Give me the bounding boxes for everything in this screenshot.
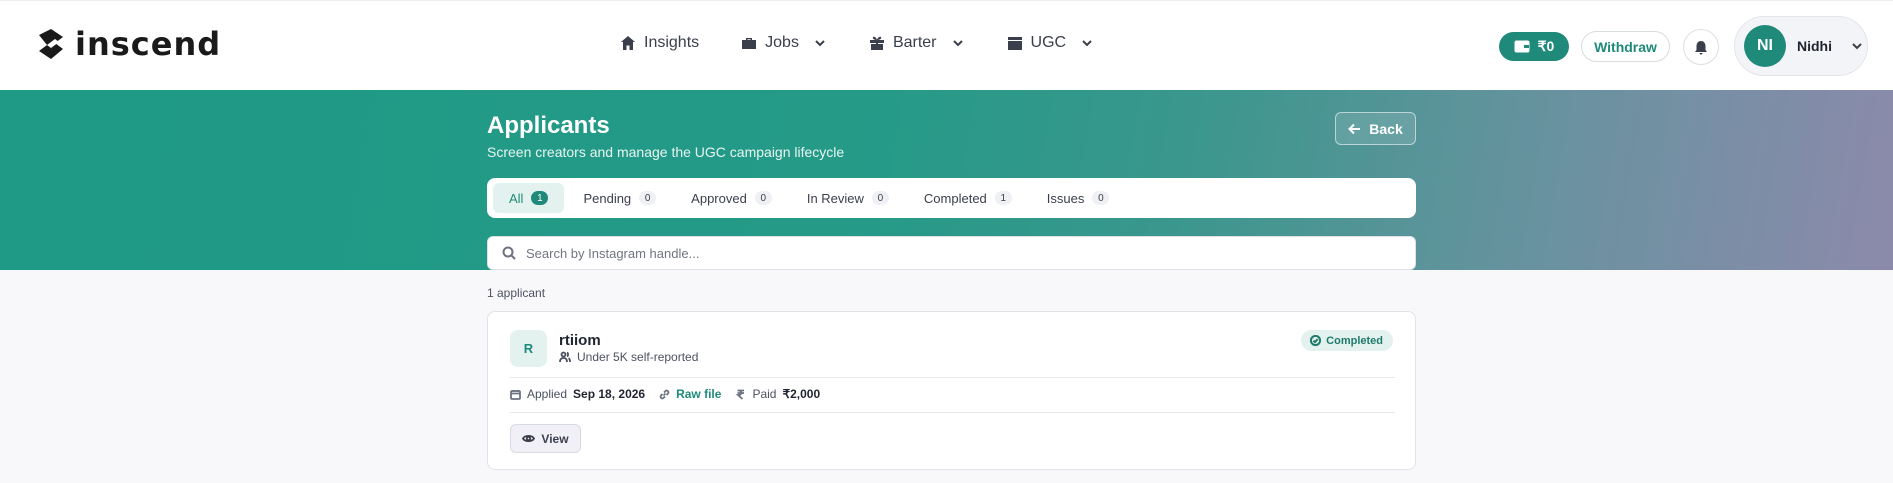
avatar: R (510, 330, 547, 367)
chevron-down-icon (1082, 40, 1092, 47)
back-button[interactable]: Back (1335, 112, 1416, 145)
tab-count: 1 (994, 191, 1012, 205)
bell-icon (1695, 40, 1707, 55)
profile-name: Nidhi (1797, 38, 1832, 54)
withdraw-button[interactable]: Withdraw (1581, 31, 1670, 62)
nav-label: Barter (892, 34, 937, 51)
brand-logo[interactable]: inscend (33, 25, 221, 63)
chevron-down-icon (952, 40, 963, 47)
divider (510, 377, 1395, 378)
brand-name: inscend (75, 25, 222, 63)
nav-item-barter[interactable]: Barter (869, 34, 965, 52)
tab-label: All (509, 190, 524, 206)
wallet-balance-button[interactable]: ₹0 (1499, 32, 1569, 61)
nav-label: UGC (1030, 34, 1067, 51)
profile-menu[interactable]: NI Nidhi (1734, 16, 1868, 76)
check-circle-icon (1310, 335, 1322, 346)
arrow-left-icon (1348, 123, 1361, 134)
nav-item-insights[interactable]: Insights (620, 34, 699, 52)
calendar-icon (510, 389, 521, 400)
tab-in-review[interactable]: In Review 0 (791, 183, 905, 213)
tab-all[interactable]: All 1 (493, 183, 565, 213)
wallet-amount: ₹0 (1537, 38, 1555, 54)
tab-count: 1 (531, 191, 549, 205)
raw-file-label: Raw file (676, 387, 722, 401)
avatar: NI (1744, 25, 1786, 67)
tab-label: Completed (923, 190, 987, 206)
chevron-down-icon (815, 40, 825, 47)
tab-approved[interactable]: Approved 0 (675, 183, 788, 213)
users-icon (559, 351, 571, 363)
tab-count: 0 (754, 191, 772, 205)
paid-label: Paid (752, 387, 777, 401)
tab-label: Pending (583, 190, 632, 206)
applied-value: Sep 18, 2026 (573, 387, 646, 401)
page-subtitle: Screen creators and manage the UGC campa… (487, 144, 845, 160)
back-label: Back (1369, 120, 1403, 137)
status-tabs: All 1 Pending 0 Approved 0 In Review 0 C… (487, 178, 1416, 218)
wallet-icon (1514, 40, 1530, 53)
nav-item-jobs[interactable]: Jobs (741, 34, 827, 52)
applicant-meta: Applied Sep 18, 2026 Raw file Paid ₹2,00… (510, 387, 834, 401)
notifications-button[interactable] (1683, 29, 1719, 65)
tab-count: 0 (639, 191, 657, 205)
follower-text: Under 5K self-reported (577, 350, 699, 364)
gift-icon (869, 36, 884, 50)
status-badge: Completed (1301, 330, 1393, 351)
raw-file-link[interactable]: Raw file (659, 387, 721, 401)
link-icon (659, 389, 670, 399)
divider (510, 412, 1395, 413)
home-icon (621, 36, 635, 50)
search-input[interactable] (526, 245, 1406, 261)
paid-amount: ₹2,000 (782, 387, 821, 401)
follower-range: Under 5K self-reported (559, 350, 698, 364)
clapperboard-icon (1007, 37, 1022, 50)
search-bar (487, 236, 1416, 270)
eye-icon (522, 434, 536, 443)
nav-label: Insights (644, 34, 700, 51)
tab-completed[interactable]: Completed 1 (908, 183, 1028, 213)
nav-label: Jobs (765, 34, 799, 51)
view-button[interactable]: View (510, 424, 581, 453)
view-label: View (541, 431, 569, 446)
results-count: 1 applicant (487, 286, 546, 300)
main-nav: Insights Jobs Barter UGC (620, 34, 1136, 52)
tab-label: Issues (1046, 190, 1085, 206)
applicant-card[interactable]: R rtiiom Under 5K self-reported Complete… (487, 311, 1416, 470)
nav-item-ugc[interactable]: UGC (1007, 34, 1095, 52)
chevron-down-icon (1852, 43, 1862, 50)
status-text: Completed (1326, 334, 1383, 347)
tab-issues[interactable]: Issues 0 (1031, 183, 1126, 213)
applicant-handle: rtiiom (559, 332, 601, 349)
tab-label: Approved (691, 190, 747, 206)
tab-pending[interactable]: Pending 0 (567, 183, 672, 213)
top-navbar: inscend Insights Jobs Barter UGC ₹0 With… (0, 0, 1893, 90)
applied-label: Applied (527, 387, 568, 401)
page-title: Applicants (487, 112, 610, 139)
search-icon (502, 246, 516, 260)
tab-count: 0 (871, 191, 889, 205)
logo-mark-icon (39, 29, 63, 59)
payment-info: Paid ₹2,000 (735, 387, 820, 401)
briefcase-icon (742, 38, 757, 49)
tab-count: 0 (1092, 191, 1110, 205)
rupee-icon (736, 389, 745, 400)
applied-date: Applied Sep 18, 2026 (510, 387, 645, 401)
tab-label: In Review (806, 190, 864, 206)
